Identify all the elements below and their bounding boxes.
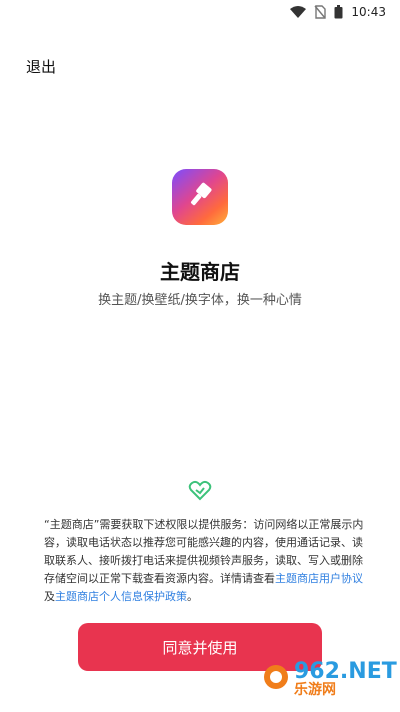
watermark-logo-icon <box>262 663 290 695</box>
privacy-notice: “主题商店”需要获取下述权限以提供服务：访问网络以正常展示内容，读取电话状态以推… <box>44 516 364 606</box>
watermark-site-text: 乐游网 <box>294 682 336 698</box>
app-subtitle: 换主题/换壁纸/换字体，换一种心情 <box>98 293 302 308</box>
battery-icon <box>334 5 343 19</box>
no-sim-icon <box>314 5 327 19</box>
brush-icon <box>185 180 215 214</box>
status-bar: 10:43 <box>0 0 400 24</box>
user-agreement-link[interactable]: 主题商店用户协议 <box>275 572 363 585</box>
status-time: 10:43 <box>351 5 386 19</box>
privacy-text-and: 及 <box>44 590 55 603</box>
privacy-text-end: 。 <box>187 590 198 603</box>
privacy-policy-link[interactable]: 主题商店个人信息保护政策 <box>55 590 187 603</box>
app-title: 主题商店 <box>160 260 240 284</box>
exit-button[interactable]: 退出 <box>26 56 56 77</box>
watermark: 962.NET 乐游网 <box>262 654 397 704</box>
watermark-logo-text: 962.NET <box>294 659 397 684</box>
wifi-icon <box>290 6 307 18</box>
app-icon <box>172 169 228 225</box>
shield-heart-icon <box>188 478 212 502</box>
